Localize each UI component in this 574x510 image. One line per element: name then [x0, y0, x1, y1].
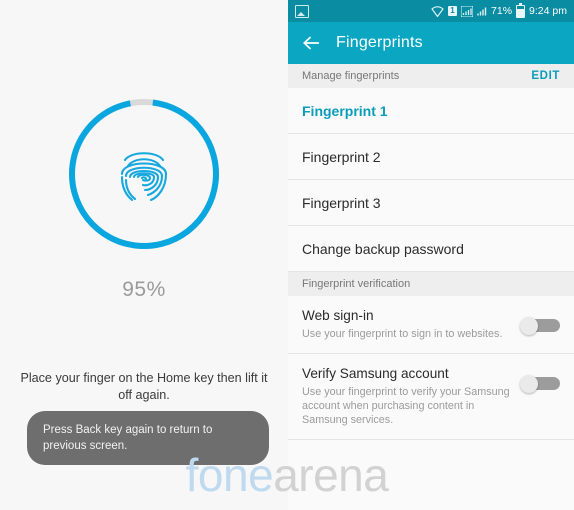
edit-button[interactable]: EDIT: [531, 70, 560, 82]
list-item-label: Change backup password: [302, 240, 464, 257]
enrollment-instruction-text: Place your finger on the Home key then l…: [20, 371, 268, 402]
battery-percent-label: 71%: [491, 5, 513, 17]
list-item-change-backup-password[interactable]: Change backup password: [288, 226, 574, 272]
status-bar-left: [295, 4, 309, 18]
status-bar: 1 71% 9:24 pm: [288, 0, 574, 22]
fingerprint-enrollment-panel: 95% Place your finger on the Home key th…: [0, 0, 288, 510]
status-bar-right: 1 71% 9:24 pm: [431, 2, 567, 18]
fingerprint-progress-ring: [63, 93, 225, 255]
setting-description: Use your fingerprint to verify your Sams…: [302, 386, 510, 426]
setting-description: Use your fingerprint to sign in to websi…: [302, 328, 503, 340]
setting-title: Web sign-in: [302, 308, 374, 323]
battery-icon: [516, 2, 526, 18]
toggle-web-sign-in[interactable]: [520, 317, 560, 335]
wifi-icon: [431, 5, 444, 17]
setting-text-block: Verify Samsung account Use your fingerpr…: [302, 365, 520, 427]
list-item-label: Fingerprint 3: [302, 194, 381, 211]
toggle-knob: [520, 375, 538, 393]
page-title: Fingerprints: [336, 34, 423, 51]
progress-percent-label: 95%: [122, 278, 166, 301]
signal-bars-icon-2: [477, 6, 487, 17]
screenshot-root: 95% Place your finger on the Home key th…: [0, 0, 574, 510]
list-item-fingerprint-2[interactable]: Fingerprint 2: [288, 134, 574, 180]
list-item-label: Fingerprint 2: [302, 148, 381, 165]
toggle-knob: [520, 317, 538, 335]
back-arrow-icon[interactable]: [300, 32, 322, 54]
section-header-label: Manage fingerprints: [302, 70, 400, 82]
signal-bars-icon: [461, 5, 474, 17]
toggle-verify-samsung-account[interactable]: [520, 375, 560, 393]
sim-1-icon: 1: [448, 6, 458, 16]
fingerprints-settings-panel: 1 71% 9:24 pm Fingerprints Manage finger…: [288, 0, 574, 510]
list-item-fingerprint-1[interactable]: Fingerprint 1: [288, 88, 574, 134]
list-item-label: Fingerprint 1: [302, 102, 388, 119]
gallery-icon: [295, 4, 309, 18]
fingerprints-list: Fingerprint 1 Fingerprint 2 Fingerprint …: [288, 88, 574, 272]
setting-title: Verify Samsung account: [302, 366, 449, 381]
back-key-toast: Press Back key again to return to previo…: [27, 411, 269, 465]
manage-fingerprints-section-header: Manage fingerprints EDIT: [288, 64, 574, 88]
list-item-fingerprint-3[interactable]: Fingerprint 3: [288, 180, 574, 226]
app-bar: Fingerprints: [288, 22, 574, 64]
fingerprint-verification-section-header: Fingerprint verification: [288, 272, 574, 296]
setting-text-block: Web sign-in Use your fingerprint to sign…: [302, 307, 520, 341]
setting-row-web-sign-in[interactable]: Web sign-in Use your fingerprint to sign…: [288, 296, 574, 354]
status-bar-clock: 9:24 pm: [529, 5, 567, 17]
fingerprint-icon: [120, 152, 168, 202]
setting-row-verify-samsung-account[interactable]: Verify Samsung account Use your fingerpr…: [288, 354, 574, 440]
section-header-label: Fingerprint verification: [302, 278, 411, 290]
